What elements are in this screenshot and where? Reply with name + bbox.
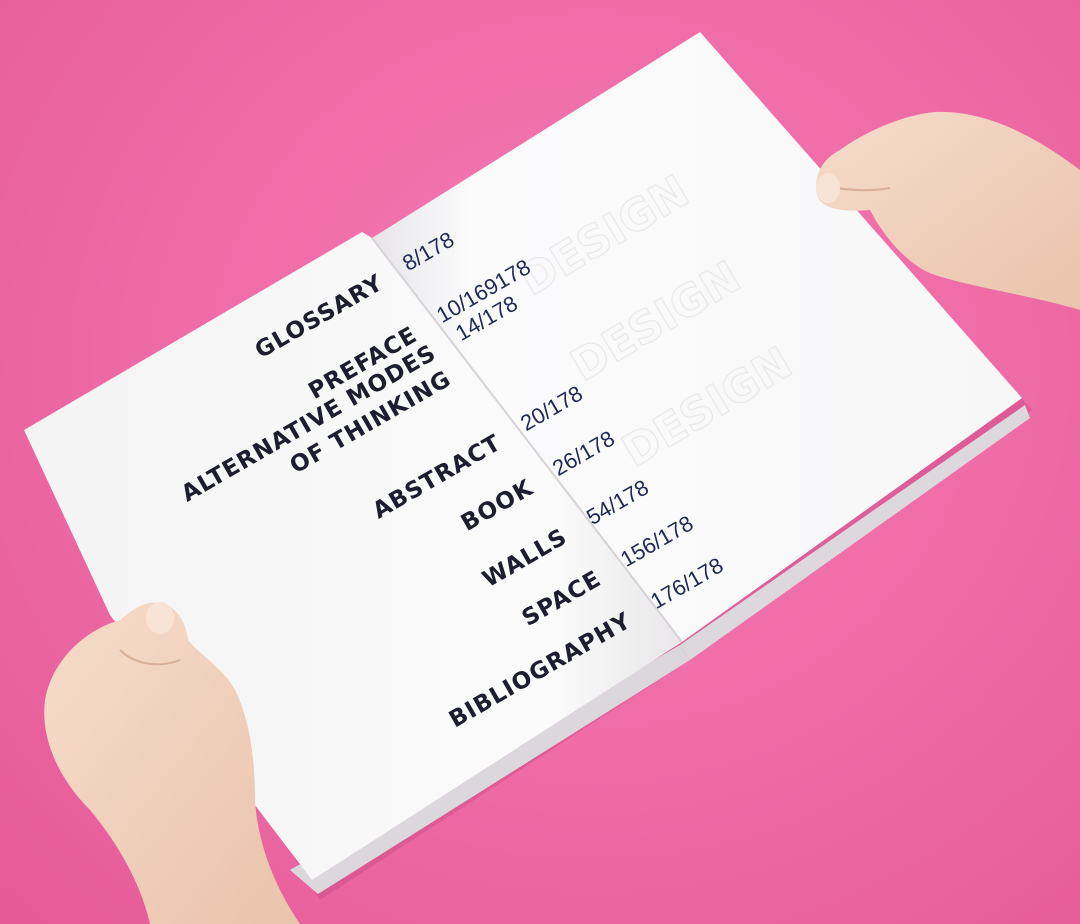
photo-scene: DESIGN DESIGN DESIGN GLOSSARY8/178PREFAC… [24,32,1080,924]
